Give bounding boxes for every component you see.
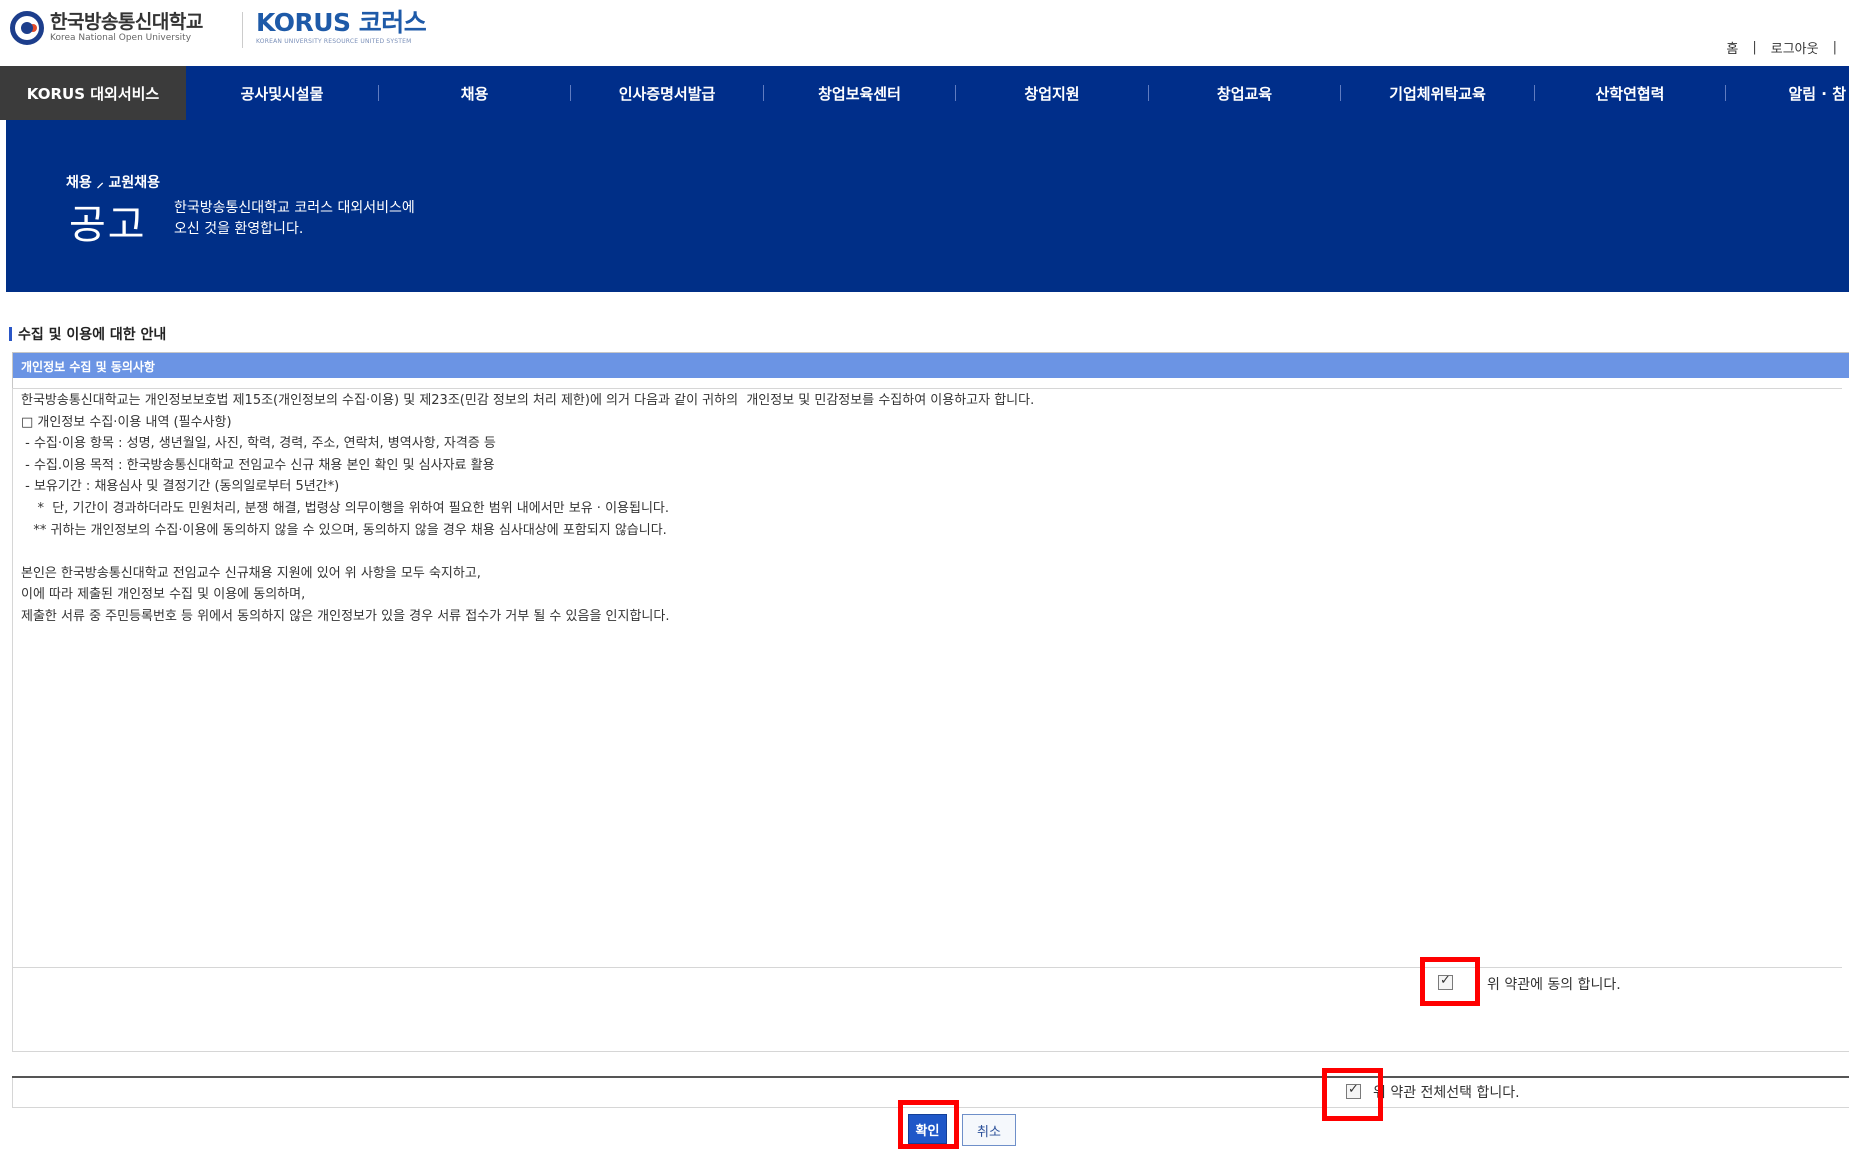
terms-line: 한국방송통신대학교는 개인정보보호법 제15조(개인정보의 수집·이용) 및 제… [21, 393, 1035, 408]
logout-link[interactable]: 로그아웃 [1771, 38, 1819, 57]
page-title: 공고 [69, 202, 147, 248]
welcome-line-2: 오신 것을 환영합니다. [174, 221, 304, 237]
nav-item-industry-cooperation[interactable]: 산학연협력 [1535, 66, 1725, 120]
confirm-highlight [898, 1100, 959, 1149]
consent-box-header: 개인정보 수집 및 동의사항 [13, 353, 1849, 378]
nav-item-corporate-training[interactable]: 기업체위탁교육 [1341, 66, 1534, 120]
select-all-highlight [1322, 1068, 1383, 1121]
korus-logo-text: KORUS 코러스 [256, 8, 427, 37]
cancel-button[interactable]: 취소 [962, 1114, 1016, 1146]
nav-item-startup-support[interactable]: 창업지원 [956, 66, 1148, 120]
nav-item-certificate[interactable]: 인사증명서발급 [571, 66, 763, 120]
terms-line: - 수집·이용 항목 : 성명, 생년월일, 사진, 학력, 경력, 주소, 연… [21, 436, 496, 452]
knou-logo-korean: 한국방송통신대학교 [50, 11, 203, 33]
terms-line: 이에 따라 제출된 개인정보 수집 및 이용에 동의하며, [21, 587, 306, 603]
terms-line [21, 541, 1834, 563]
knou-logo[interactable]: 한국방송통신대학교 Korea National Open University [10, 10, 203, 46]
welcome-line-1: 한국방송통신대학교 코러스 대외서비스에 [174, 200, 415, 216]
section-title: 수집 및 이용에 대한 안내 [9, 324, 166, 344]
nav-item-recruitment[interactable]: 채용 [379, 66, 570, 120]
home-link[interactable]: 홈 [1726, 38, 1738, 57]
utility-separator: | [1752, 40, 1757, 55]
top-header: 한국방송통신대학교 Korea National Open University… [0, 0, 1849, 66]
utility-separator: | [1832, 40, 1837, 55]
nav-item-startup-education[interactable]: 창업교육 [1149, 66, 1340, 120]
section-marker [9, 327, 12, 341]
terms-line: □ 개인정보 수집·이용 내역 (필수사항) [21, 414, 232, 430]
section-title-text: 수집 및 이용에 대한 안내 [18, 327, 167, 343]
nav-item-korus[interactable]: KORUS 대외서비스 [0, 66, 186, 120]
select-all-label[interactable]: 위 약관 전체선택 합니다. [1373, 1082, 1520, 1102]
logo-divider [242, 12, 243, 48]
page-banner: 채용 ⸝ 교원채용 공고 한국방송통신대학교 코러스 대외서비스에 오신 것을 … [6, 120, 1849, 292]
utility-links: 홈 | 로그아웃 | [1726, 38, 1837, 57]
breadcrumb: 채용 ⸝ 교원채용 [66, 175, 161, 191]
university-emblem-icon [10, 11, 44, 45]
nav-item-construction[interactable]: 공사및시설물 [186, 66, 378, 120]
nav-item-notice[interactable]: 알림 · 참 [1726, 66, 1846, 120]
korus-logo-subtitle: KOREAN UNIVERSITY RESOURCE UNITED SYSTEM [256, 38, 412, 45]
terms-line: 제출한 서류 중 주민등록번호 등 위에서 동의하지 않은 개인정보가 있을 경… [21, 608, 670, 624]
welcome-message: 한국방송통신대학교 코러스 대외서비스에 오신 것을 환영합니다. [174, 198, 415, 240]
korus-logo[interactable]: KORUS 코러스 KOREAN UNIVERSITY RESOURCE UNI… [256, 8, 427, 45]
terms-agree-label[interactable]: 위 약관에 동의 합니다. [1487, 974, 1621, 994]
terms-agree-checkbox[interactable] [1438, 973, 1453, 990]
nav-item-incubation[interactable]: 창업보육센터 [764, 66, 955, 120]
terms-line: - 수집.이용 목적 : 한국방송통신대학교 전임교수 신규 채용 본인 확인 … [21, 457, 495, 473]
main-nav: KORUS 대외서비스 공사및시설물 채용 인사증명서발급 창업보육센터 창업지… [0, 66, 1849, 120]
terms-line: * 단, 기간이 경과하더라도 민원처리, 분쟁 해결, 법령상 의무이행을 위… [21, 500, 670, 516]
knou-logo-english: Korea National Open University [50, 33, 192, 43]
terms-text-area[interactable]: 한국방송통신대학교는 개인정보보호법 제15조(개인정보의 수집·이용) 및 제… [12, 388, 1842, 968]
terms-line: - 보유기간 : 채용심사 및 결정기간 (동의일로부터 5년간*) [21, 479, 340, 495]
terms-line: ** 귀하는 개인정보의 수집·이용에 동의하지 않을 수 있으며, 동의하지 … [21, 522, 667, 538]
terms-line: 본인은 한국방송통신대학교 전임교수 신규채용 지원에 있어 위 사항을 모두 … [21, 565, 481, 581]
